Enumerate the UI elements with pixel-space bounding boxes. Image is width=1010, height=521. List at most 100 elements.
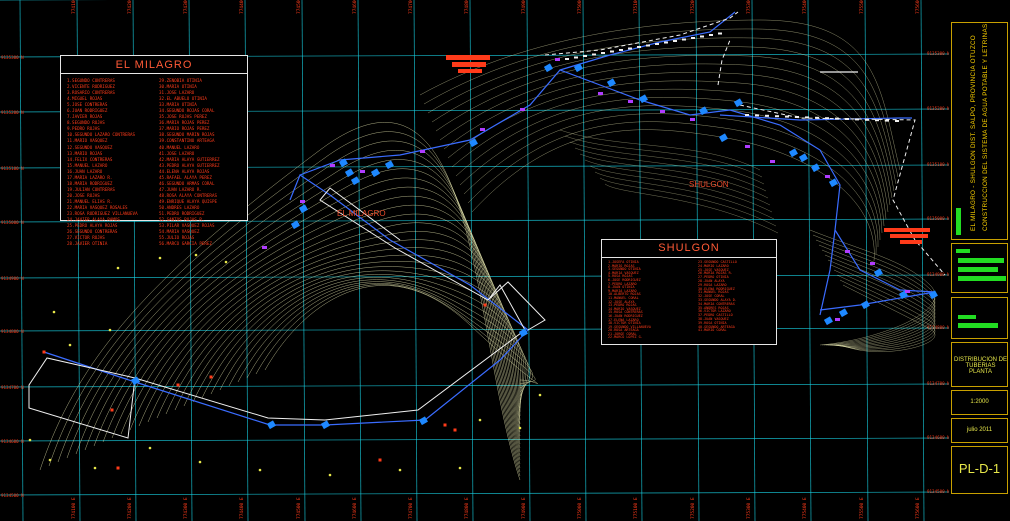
- house-icon: [573, 63, 583, 73]
- valve-icon: [480, 128, 485, 131]
- valve-icon: [770, 160, 775, 163]
- northing-label: 9134600 N: [927, 435, 950, 440]
- easting-label-top: 774900 E: [521, 0, 527, 14]
- pipe-marker: [865, 118, 869, 121]
- house-icon: [606, 78, 616, 88]
- pipe-marker: [583, 55, 587, 57]
- easting-label-bottom: 774900 E: [521, 497, 527, 519]
- pipe-marker: [628, 47, 632, 50]
- easting-label-top: 774300 E: [183, 0, 189, 14]
- pipe-marker: [691, 37, 695, 39]
- easting-label-top: 775300 E: [746, 0, 752, 14]
- drawing-title: DISTRIBUCION DE TUBERIAS PLANTA: [954, 357, 1008, 375]
- valve-icon: [555, 58, 560, 61]
- conduction-outline: [544, 11, 739, 86]
- valve-icon: [330, 164, 335, 167]
- reference-point: [110, 408, 114, 412]
- pipe-marker: [875, 119, 879, 122]
- survey-point: [158, 256, 162, 260]
- house-icon: [370, 168, 380, 178]
- survey-point: [198, 460, 202, 464]
- reference-point: [116, 466, 120, 470]
- easting-label-bottom: 774400 E: [239, 497, 245, 519]
- reference-point: [483, 303, 487, 307]
- contour-line: [830, 264, 936, 348]
- valve-icon: [905, 290, 910, 293]
- house-icon: [266, 420, 276, 430]
- northing-label: 9134600 N: [1, 439, 24, 444]
- grid-line-horizontal: [0, 274, 950, 279]
- pipe-marker: [775, 115, 779, 118]
- northing-label: 9134500 N: [1, 493, 24, 498]
- easting-label-top: 775200 E: [690, 0, 696, 14]
- contour-line: [574, 147, 767, 192]
- title-block-legend-cell: [951, 243, 1008, 293]
- easting-label-top: 775000 E: [577, 0, 583, 14]
- easting-label-top: 775500 E: [859, 0, 865, 14]
- survey-point: [194, 253, 198, 257]
- valve-icon: [360, 170, 365, 173]
- house-icon: [543, 63, 553, 73]
- contour-line: [569, 141, 765, 185]
- survey-point: [328, 473, 332, 477]
- contour-line: [147, 231, 521, 433]
- pipe-marker: [795, 116, 799, 118]
- survey-point: [108, 328, 112, 332]
- hatch-block: [884, 228, 930, 232]
- contour-line: [165, 247, 521, 425]
- valve-icon: [598, 92, 603, 95]
- pipe-marker: [574, 56, 578, 59]
- northing-label: 9134700 N: [927, 381, 950, 386]
- easting-label-top: 774500 E: [296, 0, 302, 14]
- survey-point: [93, 466, 97, 470]
- contour-line: [129, 213, 521, 441]
- survey-point: [518, 426, 522, 430]
- pipe-marker: [895, 120, 899, 122]
- project-title-line2: EL MILAGRO - SHULGON DIST. SALPO, PROVIN…: [970, 34, 977, 231]
- grid-line-vertical: [526, 0, 531, 521]
- contour-line: [809, 229, 936, 346]
- house-icon: [838, 308, 848, 318]
- easting-label-top: 774800 E: [464, 0, 470, 14]
- house-icon: [320, 420, 330, 430]
- title-block-drawing-title-cell: DISTRIBUCION DE TUBERIAS PLANTA: [951, 342, 1008, 387]
- pipe-marker: [592, 53, 596, 56]
- legend-entry: 45.RAFAEL ALAYA PEREZ: [159, 174, 212, 180]
- pipe-marker: [646, 44, 650, 47]
- survey-point: [398, 468, 402, 472]
- valve-icon: [660, 110, 665, 113]
- contour-line: [423, 28, 899, 178]
- hatch-block: [890, 234, 928, 238]
- grid-line-vertical: [469, 0, 474, 521]
- survey-point: [52, 310, 56, 314]
- house-icon: [418, 416, 428, 426]
- northing-label: 9135100 N: [927, 162, 950, 167]
- legend-shulgon-col2: 23.SEGUNDO CASTILLO 24.MARIO LAZARO 25.JOS…: [698, 260, 737, 333]
- hatch-block: [900, 240, 922, 244]
- easting-label-top: 774600 E: [352, 0, 358, 14]
- easting-label-top: 775400 E: [802, 0, 808, 14]
- northing-label: 9135000 N: [927, 216, 950, 221]
- valve-icon: [420, 150, 425, 153]
- easting-label-bottom: 775100 E: [633, 497, 639, 519]
- reference-point: [42, 350, 46, 354]
- contour-line: [174, 254, 521, 421]
- pipe-marker: [565, 58, 569, 60]
- reference-point: [443, 423, 447, 427]
- contour-line: [463, 113, 879, 248]
- northing-label: 9134700 N: [1, 385, 24, 390]
- hatch-block: [458, 69, 482, 73]
- survey-point: [458, 466, 462, 470]
- project-title-line1: CONSTRUCCION DEL SISTEMA DE AGUA POTABLE…: [982, 23, 989, 231]
- legend-el-milagro: EL MILAGRO 1.SEGUNDO CONTRERAS 2.VICENTE …: [60, 55, 248, 246]
- easting-label-bottom: 774500 E: [296, 497, 302, 519]
- contour-line: [836, 274, 936, 350]
- northing-label: 9134500 N: [927, 489, 950, 494]
- approval-bar: [958, 323, 998, 328]
- easting-label-bottom: 774600 E: [352, 497, 358, 519]
- survey-point: [478, 418, 482, 422]
- contour-line: [815, 239, 936, 346]
- pipe-marker: [855, 118, 859, 121]
- legend-bar: [956, 249, 970, 253]
- easting-label-bottom: 774300 E: [183, 497, 189, 519]
